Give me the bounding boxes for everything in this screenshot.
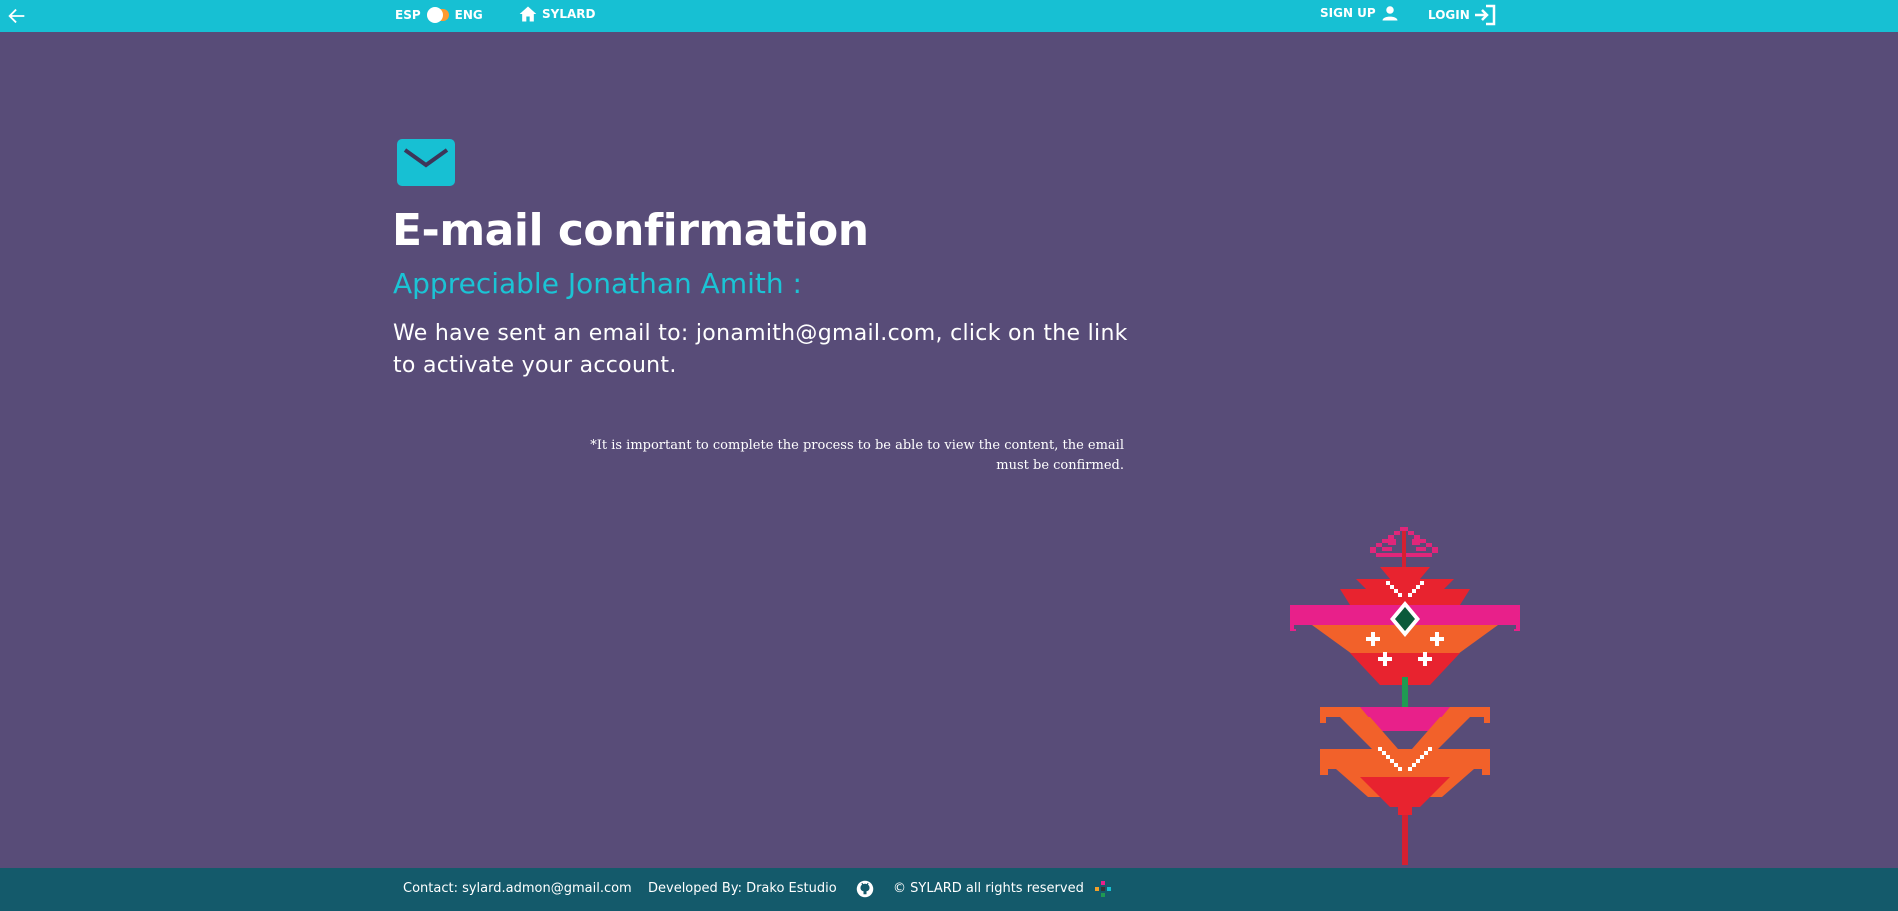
footer: Contact: sylard.admon@gmail.com Develope… (0, 868, 1898, 911)
page-title: E-mail confirmation (392, 205, 869, 256)
signup-button[interactable]: SIGN UP (1320, 4, 1399, 22)
developer-credit[interactable]: Developed By: Drako Estudio (648, 881, 837, 896)
embroidery-ornament-icon (1290, 527, 1520, 865)
signup-label: SIGN UP (1320, 6, 1376, 20)
language-switch: ESP ENG (395, 7, 483, 23)
login-label: LOGIN (1428, 8, 1470, 22)
lang-eng-label[interactable]: ENG (455, 8, 483, 22)
home-icon (519, 6, 537, 22)
contact-email[interactable]: Contact: sylard.admon@gmail.com (403, 881, 632, 896)
top-navbar: ESP ENG SYLARD SIGN UP LOGIN (0, 0, 1898, 32)
envelope-icon (397, 139, 455, 186)
home-link[interactable]: SYLARD (518, 4, 595, 24)
home-label: SYLARD (542, 7, 596, 21)
arrow-left-icon[interactable] (6, 5, 28, 27)
copyright-text: © SYLARD all rights reserved (893, 881, 1084, 896)
login-button[interactable]: LOGIN (1428, 3, 1497, 27)
important-note: *It is important to complete the process… (590, 438, 1124, 473)
confirmation-message: We have sent an email to: jonamith@gmail… (393, 321, 1128, 378)
language-toggle[interactable] (426, 7, 449, 23)
user-icon (1382, 6, 1398, 21)
login-icon (1474, 4, 1496, 26)
toggle-knob (426, 7, 443, 23)
sylard-logo-icon (1095, 881, 1111, 897)
lang-esp-label[interactable]: ESP (395, 8, 421, 22)
greeting-text: Appreciable Jonathan Amith : (393, 267, 802, 300)
github-icon[interactable] (856, 880, 874, 898)
